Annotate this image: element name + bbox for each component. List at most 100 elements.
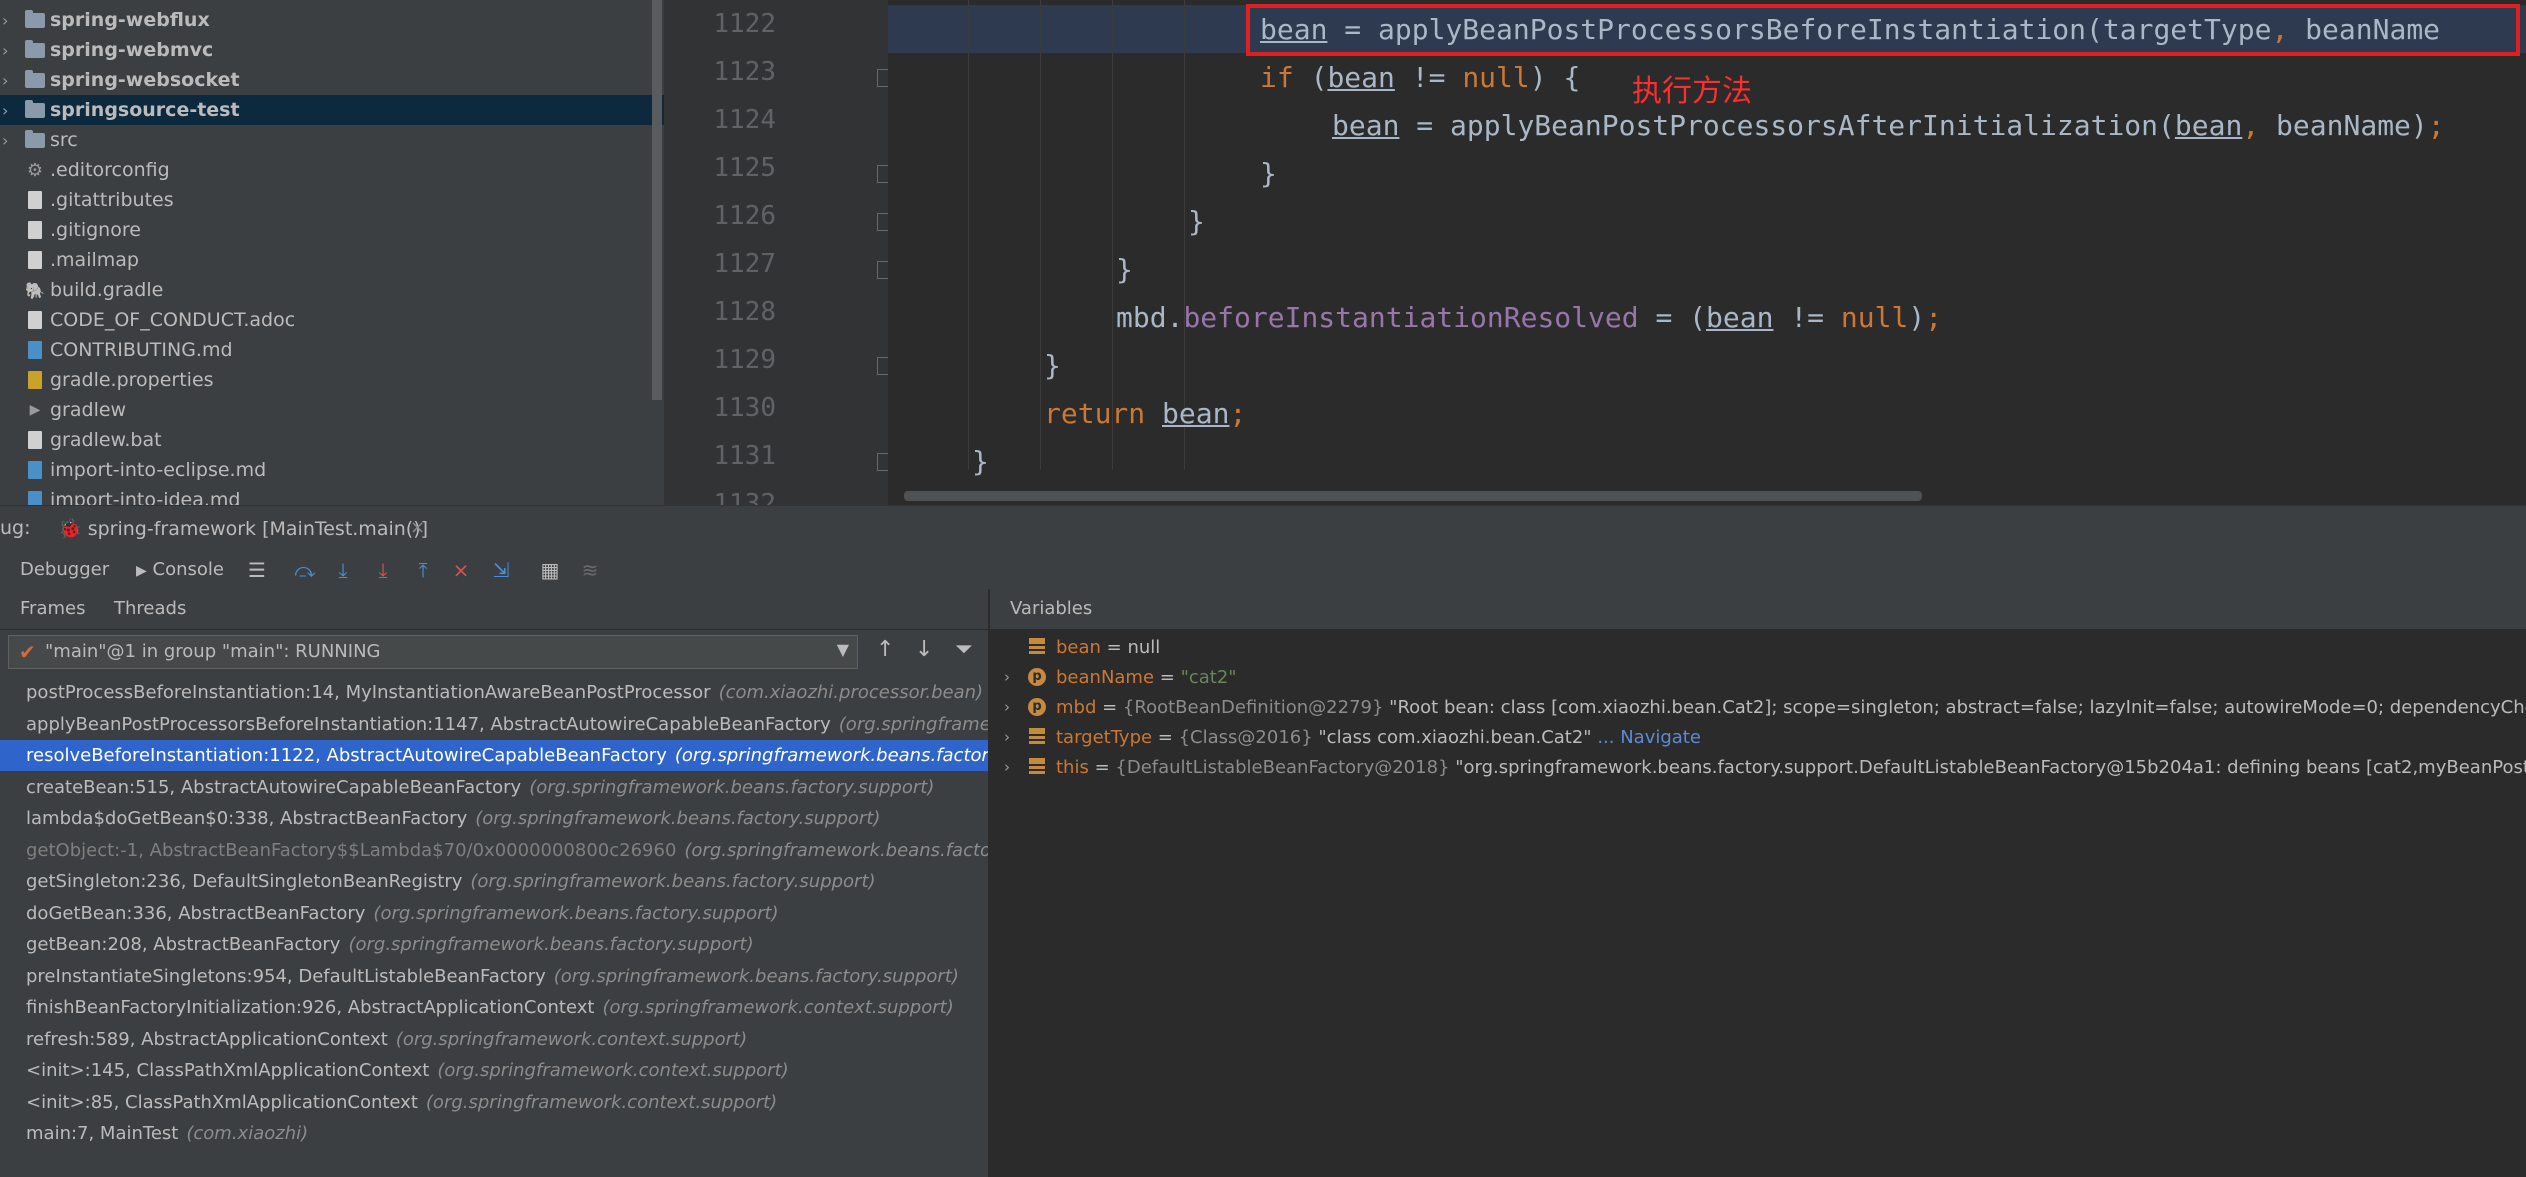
tree-scrollbar[interactable] (652, 0, 662, 400)
line-number[interactable]: 1128 (664, 297, 776, 327)
frame-row[interactable]: finishBeanFactoryInitialization:926, Abs… (0, 992, 988, 1023)
run-to-cursor-icon[interactable]: ⇲ (488, 557, 514, 583)
code-line[interactable]: return bean; (1044, 394, 1246, 434)
tree-item[interactable]: › src (0, 125, 664, 155)
tree-item[interactable]: CODE_OF_CONDUCT.adoc (0, 305, 664, 335)
frame-row[interactable]: getBean:208, AbstractBeanFactory (org.spr… (0, 929, 988, 960)
frame-row[interactable]: getSingleton:236, DefaultSingletonBeanRe… (0, 866, 988, 897)
tree-item[interactable]: gradle.properties (0, 365, 664, 395)
frame-package: (org.springframework.beans.factory.suppo… (529, 776, 935, 798)
frame-row[interactable]: preInstantiateSingletons:954, DefaultLis… (0, 961, 988, 992)
line-number[interactable]: 1126 (664, 201, 776, 231)
frames-menu-icon[interactable]: ☰ (244, 557, 270, 583)
chevron-right-icon[interactable]: › (1004, 668, 1010, 686)
variable-name: bean (1056, 636, 1101, 658)
code-token: ; (1229, 397, 1247, 430)
variable-row[interactable]: › p mbd = {RootBeanDefinition@2279} "Root … (990, 692, 2526, 722)
arrow-up-icon[interactable]: ↑ (876, 637, 894, 662)
code-line[interactable]: } (972, 442, 989, 482)
editor-horizontal-scrollbar[interactable] (904, 491, 1922, 501)
frame-row[interactable]: lambda$doGetBean$0:338, AbstractBeanFact… (0, 803, 988, 834)
filter-icon[interactable]: ⏷ (955, 637, 973, 662)
line-number[interactable]: 1122 (664, 9, 776, 39)
variable-row[interactable]: › targetType = {Class@2016} "class com.xi… (990, 722, 2526, 752)
frame-row[interactable]: <init>:85, ClassPathXmlApplicationContex… (0, 1087, 988, 1118)
line-number[interactable]: 1130 (664, 393, 776, 423)
evaluate-expression-icon[interactable]: ▦ (537, 557, 563, 583)
chevron-right-icon[interactable]: › (2, 101, 14, 120)
tree-item[interactable]: ▶ gradlew (0, 395, 664, 425)
folder-icon (24, 99, 46, 120)
tree-item[interactable]: .gitattributes (0, 185, 664, 215)
chevron-right-icon[interactable]: › (2, 131, 14, 150)
variables-header: Variables (990, 589, 2526, 630)
editor-gutter: 1122 1123 1124 1125 1126 1127 1128 1129 1130 1131… (664, 0, 891, 519)
tree-item-label: .editorconfig (50, 159, 170, 181)
navigate-link[interactable]: ... Navigate (1592, 727, 1701, 748)
frame-row[interactable]: <init>:145, ClassPathXmlApplicationConte… (0, 1055, 988, 1086)
line-number[interactable]: 1127 (664, 249, 776, 279)
tab-threads[interactable]: Threads (114, 598, 186, 619)
tree-item[interactable]: gradlew.bat (0, 425, 664, 455)
frame-row[interactable]: createBean:515, AbstractAutowireCapableB… (0, 772, 988, 803)
code-line[interactable]: } (1116, 250, 1133, 290)
tree-item[interactable]: import-into-idea.md (0, 485, 664, 505)
code-line[interactable]: } (1044, 346, 1061, 386)
trace-icon[interactable]: ≋ (577, 557, 603, 583)
tree-item[interactable]: import-into-eclipse.md (0, 455, 664, 485)
variable-row[interactable]: bean = null (990, 632, 2526, 662)
tab-debugger[interactable]: Debugger (20, 559, 109, 580)
frame-method: finishBeanFactoryInitialization:926, Abs… (26, 997, 595, 1018)
tree-item[interactable]: .gitignore (0, 215, 664, 245)
close-icon[interactable]: × (410, 517, 425, 538)
tab-console[interactable]: ▶ Console (136, 559, 224, 580)
arrow-down-icon[interactable]: ↓ (915, 637, 933, 662)
frame-row[interactable]: applyBeanPostProcessorsBeforeInstantiati… (0, 709, 988, 740)
tab-frames[interactable]: Frames (20, 598, 85, 619)
code-token: beanName) (2259, 109, 2428, 142)
line-number[interactable]: 1124 (664, 105, 776, 135)
tree-item[interactable]: › spring-webmvc (0, 35, 664, 65)
line-number[interactable]: 1129 (664, 345, 776, 375)
chevron-right-icon[interactable]: › (1004, 698, 1010, 716)
variable-row[interactable]: › this = {DefaultListableBeanFactory@2018… (990, 752, 2526, 782)
tree-item[interactable]: ⚙ .editorconfig (0, 155, 664, 185)
run-config-tab[interactable]: 🐞 spring-framework [MainTest.main()] (58, 517, 428, 540)
frame-row[interactable]: refresh:589, AbstractApplicationContext (… (0, 1024, 988, 1055)
line-number[interactable]: 1131 (664, 441, 776, 471)
variable-type: {DefaultListableBeanFactory@2018} (1115, 756, 1456, 778)
chevron-right-icon[interactable]: › (2, 71, 14, 90)
code-editor[interactable]: bean = applyBeanPostProcessorsBeforeInst… (888, 0, 2526, 505)
code-line[interactable]: } (1260, 154, 1277, 194)
tree-item[interactable]: › spring-websocket (0, 65, 664, 95)
tree-item[interactable]: .mailmap (0, 245, 664, 275)
tree-item[interactable]: CONTRIBUTING.md (0, 335, 664, 365)
chevron-right-icon[interactable]: › (2, 41, 14, 60)
code-line[interactable]: if (bean != null) { (1260, 58, 1580, 98)
code-line[interactable]: } (1188, 202, 1205, 242)
frame-row[interactable]: doGetBean:336, AbstractBeanFactory (org.s… (0, 898, 988, 929)
step-over-icon[interactable]: ⤼ (292, 557, 318, 583)
variable-row[interactable]: › p beanName = "cat2" (990, 662, 2526, 692)
force-step-into-icon[interactable]: ⤓ (370, 557, 396, 583)
tree-item[interactable]: › springsource-test (0, 95, 664, 125)
drop-frame-icon[interactable]: ⨯ (448, 557, 474, 583)
line-number[interactable]: 1125 (664, 153, 776, 183)
frame-row[interactable]: getObject:-1, AbstractBeanFactory$$Lambd… (0, 835, 988, 866)
chevron-right-icon[interactable]: › (2, 11, 14, 30)
chevron-right-icon[interactable]: › (1004, 728, 1010, 746)
thread-selector[interactable]: ✔ "main"@1 in group "main": RUNNING ▼ (8, 635, 858, 669)
code-line[interactable]: mbd.beforeInstantiationResolved = (bean … (1116, 298, 1942, 338)
gradle-icon: 🐘 (25, 280, 45, 300)
tree-item[interactable]: 🐘 build.gradle (0, 275, 664, 305)
frame-row[interactable]: main:7, MainTest (com.xiaozhi) (0, 1118, 988, 1149)
chevron-right-icon[interactable]: › (1004, 758, 1010, 776)
line-number[interactable]: 1123 (664, 57, 776, 87)
tree-item[interactable]: › spring-webflux (0, 5, 664, 35)
frame-row[interactable]: postProcessBeforeInstantiation:14, MyIns… (0, 677, 988, 708)
code-line[interactable]: bean = applyBeanPostProcessorsAfterIniti… (1332, 106, 2445, 146)
step-out-icon[interactable]: ⤒ (410, 557, 436, 583)
step-into-icon[interactable]: ⤓ (330, 557, 356, 583)
code-token: } (1044, 349, 1061, 382)
frame-row[interactable]: resolveBeforeInstantiation:1122, Abstrac… (0, 740, 988, 771)
